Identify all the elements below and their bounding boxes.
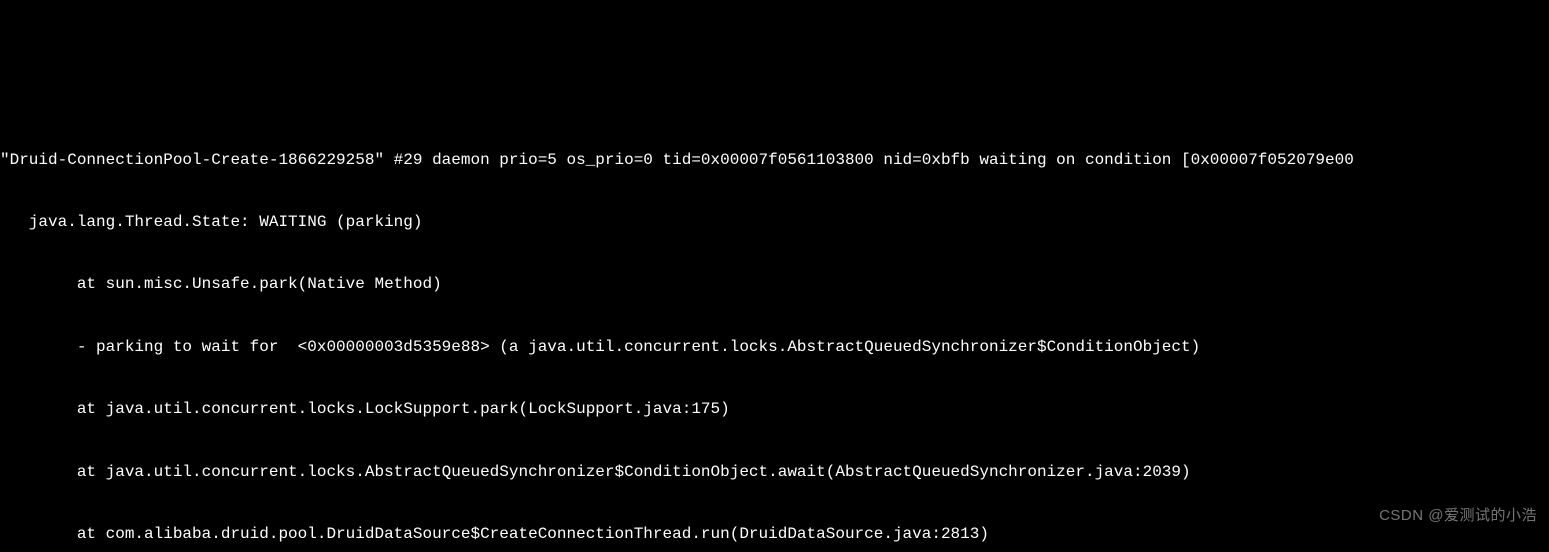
thread-dump-output: "Druid-ConnectionPool-Create-1866229258"… <box>0 104 1549 552</box>
dump-line: "Druid-ConnectionPool-Create-1866229258"… <box>0 150 1549 171</box>
dump-line: - parking to wait for <0x00000003d5359e8… <box>0 337 1549 358</box>
dump-line: at sun.misc.Unsafe.park(Native Method) <box>0 274 1549 295</box>
dump-line: at java.util.concurrent.locks.LockSuppor… <box>0 399 1549 420</box>
dump-line: at com.alibaba.druid.pool.DruidDataSourc… <box>0 524 1549 545</box>
dump-line: java.lang.Thread.State: WAITING (parking… <box>0 212 1549 233</box>
csdn-watermark: CSDN @爱测试的小浩 <box>1379 506 1537 526</box>
dump-line: at java.util.concurrent.locks.AbstractQu… <box>0 462 1549 483</box>
